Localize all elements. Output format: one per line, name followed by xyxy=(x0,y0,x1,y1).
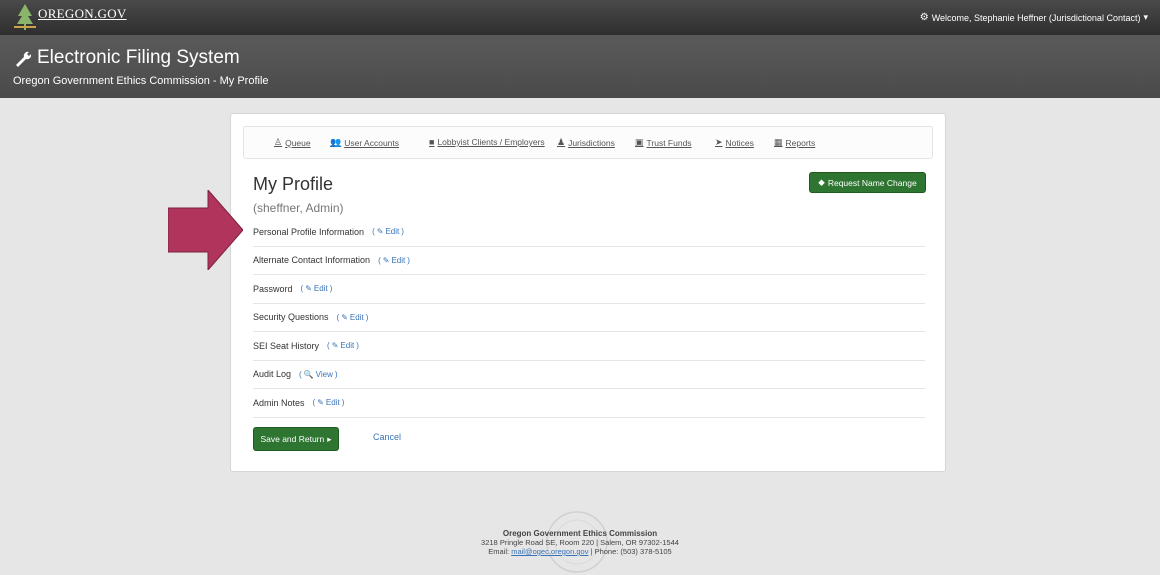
pencil-icon: ✎ xyxy=(341,312,348,322)
pencil-icon: ✎ xyxy=(382,255,390,265)
jurisdiction-icon: ♟ xyxy=(557,137,566,147)
view-label: View xyxy=(315,369,333,379)
briefcase-icon: ■ xyxy=(429,137,435,147)
nav-trust-funds-label: Trust Funds xyxy=(646,137,692,148)
section-label: Personal Profile Information xyxy=(253,226,365,237)
system-title: Electronic Filing System xyxy=(14,47,240,69)
section-row: Audit Log (🔍 View) xyxy=(253,361,925,389)
annotation-arrow-icon xyxy=(168,190,243,270)
section-label: Security Questions xyxy=(253,312,329,323)
edit-link[interactable]: (✎ Edit) xyxy=(327,341,359,350)
oregon-gov-logo[interactable]: OREGON.GOV xyxy=(14,2,127,32)
admin-nav: ♙ Queue 👥 User Accounts ■ Lobbyist Clien… xyxy=(243,126,933,159)
view-link[interactable]: (🔍 View) xyxy=(299,370,338,379)
request-name-change-label: Request Name Change xyxy=(827,177,917,188)
edit-label: Edit xyxy=(349,312,364,322)
edit-label: Edit xyxy=(385,227,400,237)
logo-text: OREGON.GOV xyxy=(38,6,127,21)
section-label: Password xyxy=(253,283,293,294)
nav-notices-label: Notices xyxy=(725,137,754,148)
page-header: Electronic Filing System Oregon Governme… xyxy=(0,35,1160,98)
section-row: SEI Seat History (✎ Edit) xyxy=(253,332,925,361)
profile-sections: Personal Profile Information (✎ Edit) Alt… xyxy=(253,218,925,418)
nav-trust-funds[interactable]: ▣ Trust Funds xyxy=(635,137,692,148)
section-label: Admin Notes xyxy=(253,397,305,408)
edit-label: Edit xyxy=(391,255,406,265)
caret-down-icon: ▾ xyxy=(1143,12,1148,22)
section-label: Alternate Contact Information xyxy=(253,255,371,266)
nav-user-accounts-label: User Accounts xyxy=(344,137,400,148)
nav-jurisdictions[interactable]: ♟ Jurisdictions xyxy=(557,137,615,148)
money-icon: ▣ xyxy=(635,137,644,147)
section-row: Admin Notes (✎ Edit) xyxy=(253,389,925,418)
request-name-change-button[interactable]: ◆ Request Name Change xyxy=(809,172,926,193)
footer-email-link[interactable]: mail@ogec.oregon.gov xyxy=(511,547,588,556)
footer-email-prefix: Email: xyxy=(488,547,512,556)
section-label: Audit Log xyxy=(253,369,292,380)
nav-lobbyist-clients-label: Lobbyist Clients / Employers xyxy=(437,137,545,147)
edit-label: Edit xyxy=(325,398,340,408)
pencil-icon: ✎ xyxy=(376,227,384,237)
edit-link[interactable]: (✎ Edit) xyxy=(378,256,410,265)
pencil-icon: ✎ xyxy=(305,284,312,294)
edit-link[interactable]: (✎ Edit) xyxy=(337,313,369,322)
nav-lobbyist-clients[interactable]: ■ Lobbyist Clients / Employers xyxy=(429,137,545,147)
table-icon: ▦ xyxy=(774,137,783,147)
save-and-return-button[interactable]: Save and Return ▸ xyxy=(253,427,339,451)
nav-queue-label: Queue xyxy=(285,137,311,148)
footer-contact: Email: mail@ogec.oregon.gov | Phone: (50… xyxy=(0,547,1160,556)
pencil-icon: ✎ xyxy=(317,398,324,408)
nav-user-accounts[interactable]: 👥 User Accounts xyxy=(330,137,399,148)
save-label: Save and Return xyxy=(260,434,325,444)
edit-label: Edit xyxy=(313,284,328,294)
user-subtitle: (sheffner, Admin) xyxy=(253,201,344,215)
cancel-link[interactable]: Cancel xyxy=(373,432,401,442)
section-label: SEI Seat History xyxy=(253,340,320,351)
user-menu[interactable]: ⚙ Welcome, Stephanie Heffner (Jurisdicti… xyxy=(920,12,1148,23)
edit-link[interactable]: (✎ Edit) xyxy=(372,227,404,236)
nav-reports-label: Reports xyxy=(785,137,816,148)
footer-address: 3218 Pringle Road SE, Room 220 | Salem, … xyxy=(481,538,679,547)
queue-icon: ♙ xyxy=(274,137,283,147)
nav-queue[interactable]: ♙ Queue xyxy=(274,137,311,148)
top-bar: OREGON.GOV ⚙ Welcome, Stephanie Heffner … xyxy=(0,0,1160,36)
welcome-text: Welcome, Stephanie Heffner (Jurisdiction… xyxy=(931,12,1141,23)
nav-jurisdictions-label: Jurisdictions xyxy=(568,137,615,148)
wrench-icon xyxy=(16,51,31,67)
search-icon: 🔍 xyxy=(303,369,314,379)
footer: Oregon Government Ethics Commission 3218… xyxy=(0,512,1160,556)
nav-notices[interactable]: ➤ Notices xyxy=(715,137,754,148)
section-row: Password (✎ Edit) xyxy=(253,275,925,304)
gear-icon: ⚙ xyxy=(919,12,929,23)
users-icon: 👥 xyxy=(330,137,342,147)
edit-link[interactable]: (✎ Edit) xyxy=(301,284,333,293)
tag-icon: ◆ xyxy=(818,177,825,187)
tree-logo-icon xyxy=(14,4,36,30)
system-title-text: Electronic Filing System xyxy=(37,47,240,68)
send-icon: ➤ xyxy=(715,137,723,147)
footer-phone: | Phone: (503) 378-5105 xyxy=(588,547,672,556)
profile-card: ♙ Queue 👥 User Accounts ■ Lobbyist Clien… xyxy=(230,113,946,472)
caret-right-icon: ▸ xyxy=(327,433,332,444)
edit-label: Edit xyxy=(340,341,355,351)
edit-link[interactable]: (✎ Edit) xyxy=(313,398,345,407)
pencil-icon: ✎ xyxy=(331,341,339,351)
section-row: Personal Profile Information (✎ Edit) xyxy=(253,218,925,247)
nav-reports[interactable]: ▦ Reports xyxy=(774,137,815,148)
footer-org: Oregon Government Ethics Commission xyxy=(502,529,658,538)
section-row: Security Questions (✎ Edit) xyxy=(253,304,925,332)
page-title: My Profile xyxy=(253,174,334,194)
page-subtitle-header: Oregon Government Ethics Commission - My… xyxy=(13,75,269,87)
section-row: Alternate Contact Information (✎ Edit) xyxy=(253,247,925,275)
